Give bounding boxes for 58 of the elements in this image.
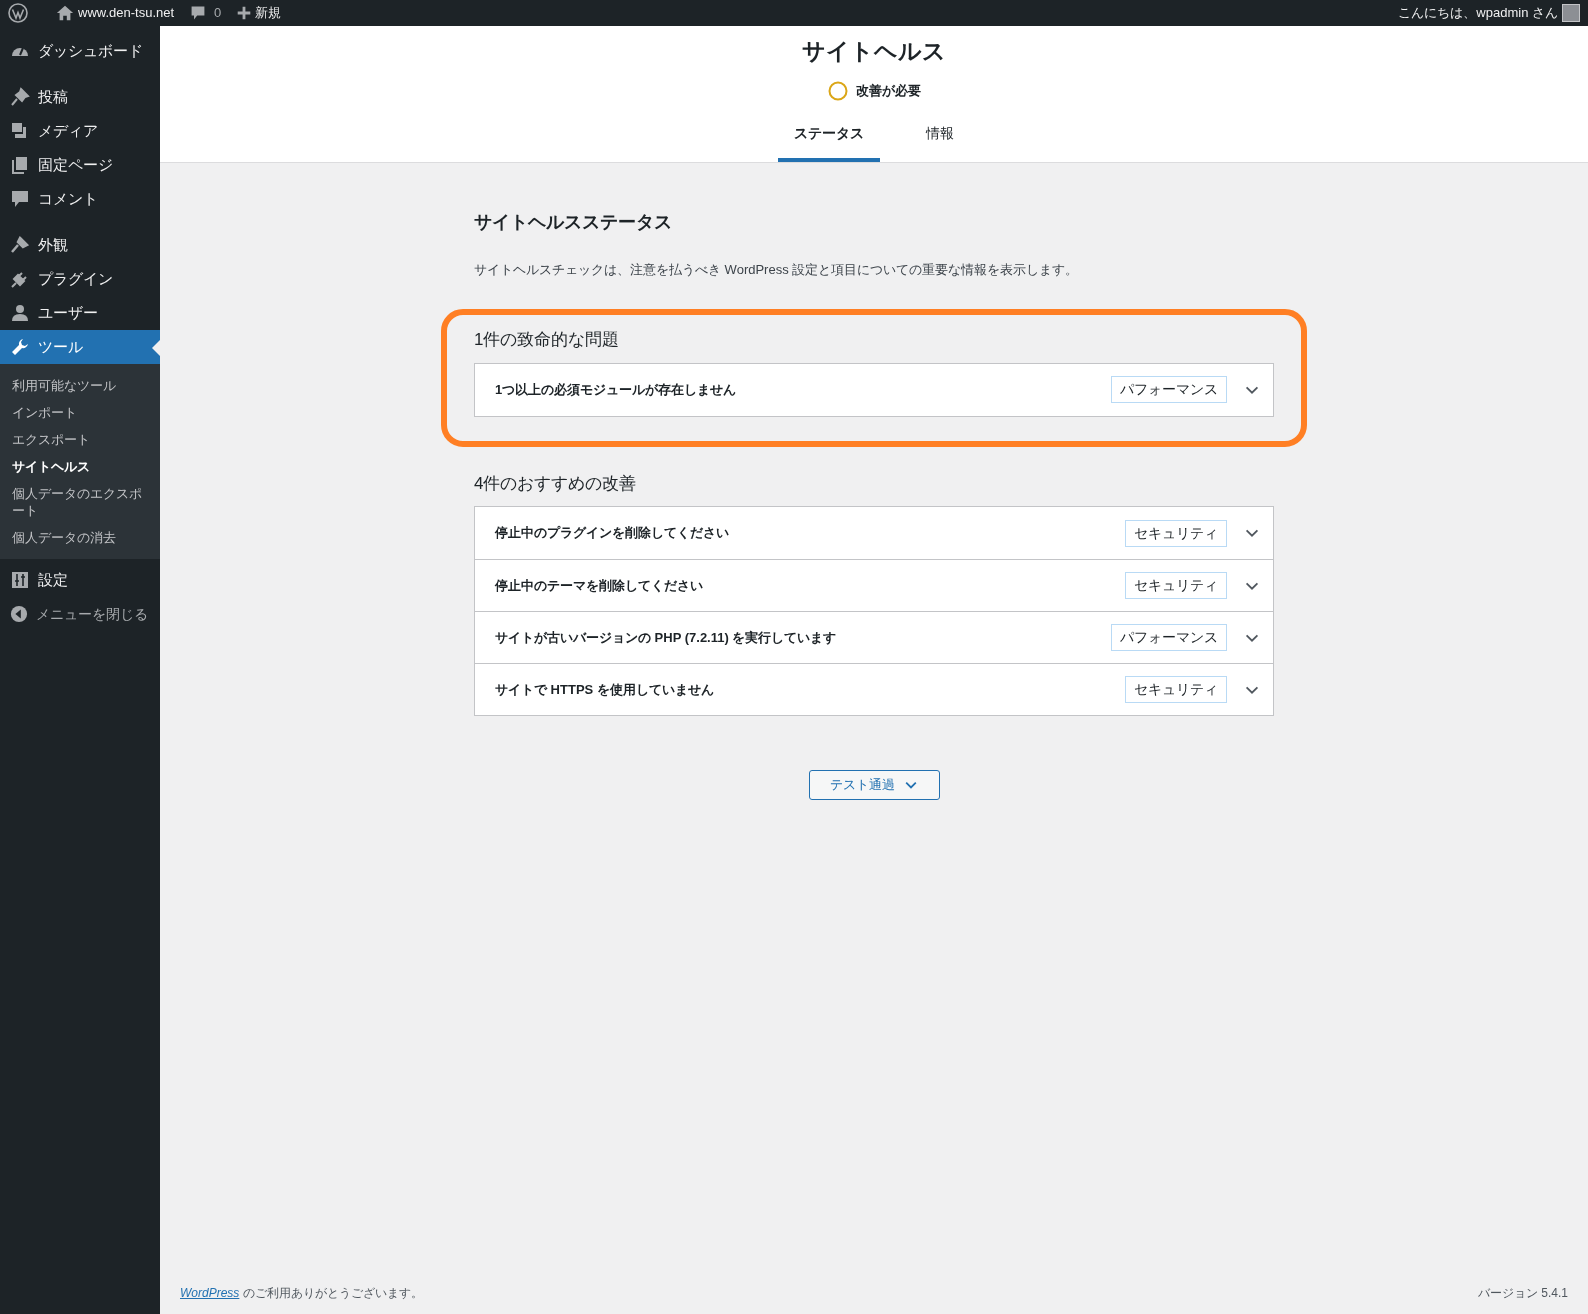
person-icon	[10, 303, 30, 323]
submenu-item[interactable]: インポート	[0, 399, 160, 426]
submenu-item[interactable]: サイトヘルス	[0, 453, 160, 480]
group-title: 1件の致命的な問題	[474, 329, 621, 351]
wrench-icon	[10, 337, 30, 357]
pushpin-icon	[10, 87, 30, 107]
footer-text: WordPress のご利用ありがとうございます。	[180, 1285, 423, 1302]
home-icon	[56, 4, 74, 22]
menu-item[interactable]: 投稿	[0, 80, 160, 114]
menu-item[interactable]: コメント	[0, 182, 160, 216]
status-ring-icon	[827, 80, 848, 101]
menu-item[interactable]: ユーザー	[0, 296, 160, 330]
submenu-item[interactable]: 個人データのエクスポート	[0, 480, 160, 524]
submenu-item[interactable]: 利用可能なツール	[0, 372, 160, 399]
left-arrow-circle-icon	[10, 605, 28, 623]
menu-item[interactable]: メディア	[0, 114, 160, 148]
group-title: 4件のおすすめの改善	[474, 472, 638, 495]
plug-icon	[10, 269, 30, 289]
category-tag: パフォーマンス	[1111, 376, 1227, 403]
new-link[interactable]: 新規	[237, 3, 282, 23]
issue-row[interactable]: 1つ以上の必須モジュールが存在しません パフォーマンス	[475, 363, 1273, 416]
menu-item[interactable]: 固定ページ	[0, 148, 160, 182]
pages-icon	[10, 155, 30, 175]
account-link[interactable]: こんにちは、wpadmin さん	[1398, 3, 1580, 23]
avatar-image	[1562, 4, 1580, 22]
footer-link[interactable]: WordPress	[180, 1286, 240, 1300]
paintbrush-icon	[10, 235, 30, 255]
submenu-item[interactable]: エクスポート	[0, 426, 160, 453]
menu-item[interactable]: 設定	[0, 563, 160, 597]
menu-item[interactable]: ダッシュボード	[0, 34, 160, 68]
category-tag: セキュリティ	[1125, 572, 1227, 599]
speech-bubble-icon	[10, 189, 30, 209]
sliders-icon	[10, 570, 30, 590]
collapse-menu-button[interactable]: メニューを閉じる	[0, 597, 160, 631]
tab[interactable]: 情報	[910, 112, 970, 162]
comments-link[interactable]: 0	[190, 3, 222, 23]
speech-bubble-icon	[190, 5, 207, 21]
menu-item[interactable]: プラグイン	[0, 262, 160, 296]
tab[interactable]: ステータス	[778, 112, 880, 162]
version-text: バージョン 5.4.1	[1477, 1285, 1568, 1302]
category-tag: セキュリティ	[1125, 676, 1227, 703]
issue-row[interactable]: 停止中のテーマを削除してください セキュリティ	[475, 559, 1273, 611]
site-link[interactable]: www.den-tsu.net	[56, 3, 175, 23]
description-text: サイトヘルスチェックは、注意を払うべき WordPress 設定と項目についての重要な情報を表示します。	[474, 260, 1080, 279]
category-tag: パフォーマンス	[1111, 624, 1227, 651]
category-tag: セキュリティ	[1125, 519, 1227, 547]
page-title: サイトヘルス	[802, 37, 946, 66]
menu-item[interactable]: 外観	[0, 228, 160, 262]
issue-row[interactable]: サイトで HTTPS を使用していません セキュリティ	[475, 663, 1273, 715]
section-heading: サイトヘルスステータス	[474, 210, 673, 234]
menu-item[interactable]: ツール	[0, 330, 160, 364]
wordpress-logo-icon	[8, 3, 28, 23]
passed-tests-button[interactable]: テスト通過	[808, 770, 940, 800]
status-label: 改善が必要	[855, 81, 921, 100]
plus-icon	[237, 6, 252, 20]
submenu-item[interactable]: 個人データの消去	[0, 524, 160, 551]
issue-row[interactable]: サイトが古いバージョンの PHP (7.2.11) を実行しています パフォーマンス	[475, 611, 1273, 663]
issue-row[interactable]: 停止中のプラグインを削除してください セキュリティ	[475, 507, 1273, 559]
